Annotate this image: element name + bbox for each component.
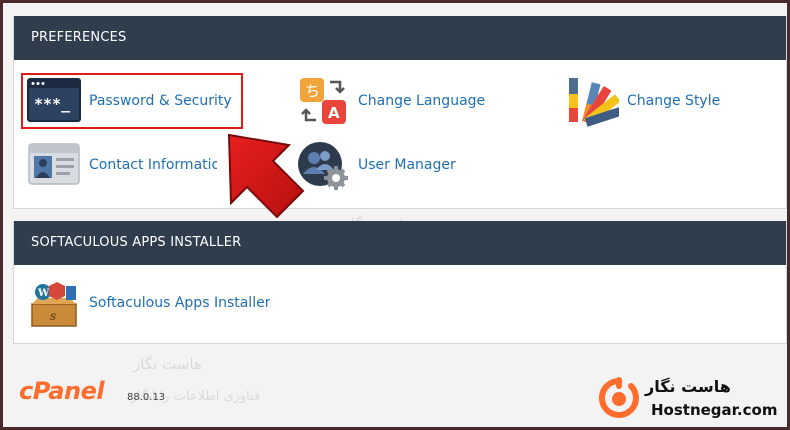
cpanel-logo: cPanel: [19, 377, 105, 405]
softaculous-label: Softaculous Apps Installer: [89, 295, 271, 311]
svg-text:s: s: [50, 309, 56, 323]
contact-information-label: Contact Information: [89, 157, 217, 173]
svg-text:ち: ち: [305, 82, 320, 100]
softaculous-icon: s W: [31, 282, 77, 327]
softaculous-header[interactable]: SOFTACULOUS APPS INSTALLER: [14, 221, 786, 265]
change-language-icon: ち A: [300, 78, 346, 124]
change-language-label: Change Language: [358, 93, 486, 109]
preferences-header[interactable]: PREFERENCES: [14, 16, 786, 60]
cpanel-version: 88.0.13: [127, 392, 166, 403]
contact-information-icon: [28, 143, 80, 185]
hostnegar-logo-icon: [598, 377, 639, 418]
change-language-link[interactable]: ち A Change Language: [296, 77, 485, 125]
softaculous-link[interactable]: s W Softaculous Apps Installer: [27, 279, 270, 327]
change-style-icon: [569, 78, 619, 127]
watermark-name: هاست نگار: [133, 355, 202, 373]
svg-text:A: A: [328, 104, 340, 122]
svg-text:W: W: [37, 288, 50, 299]
brand-domain: Hostnegar.com: [651, 401, 778, 419]
change-style-link[interactable]: Change Style: [565, 77, 721, 127]
user-manager-label: User Manager: [358, 157, 456, 173]
page: هاست نگار فناوری اطلاعات رایانگار هاست ن…: [3, 3, 787, 427]
contact-information-link[interactable]: Contact Information: [27, 141, 217, 189]
user-manager-link[interactable]: User Manager: [296, 141, 456, 190]
change-style-label: Change Style: [627, 93, 721, 109]
brand-name: هاست نگار: [645, 377, 731, 396]
